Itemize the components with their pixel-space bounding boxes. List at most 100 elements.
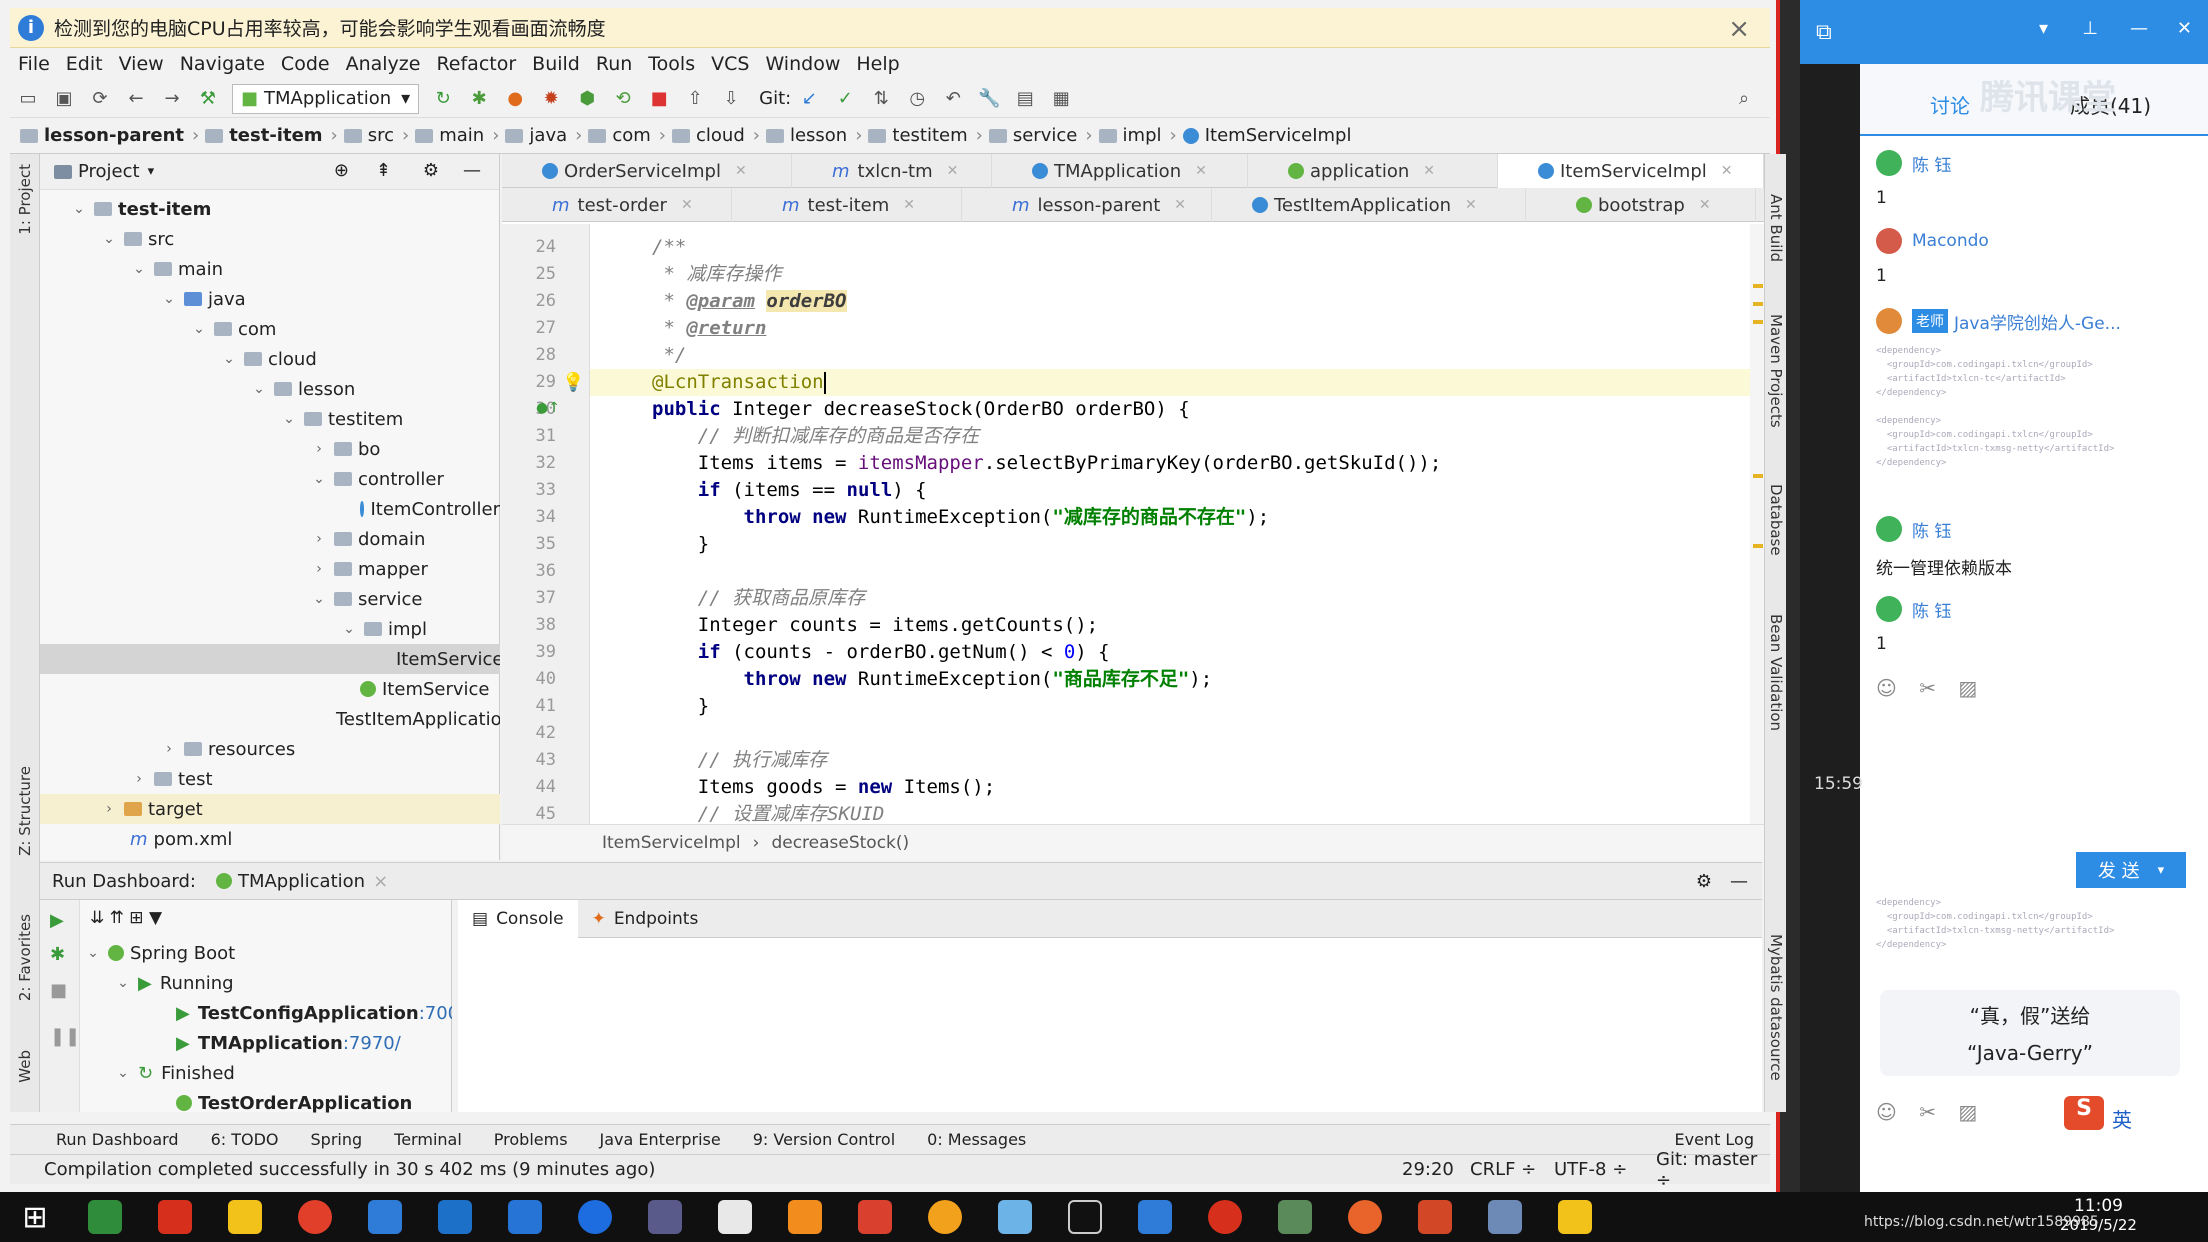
tree-item[interactable]: ItemService: [40, 674, 500, 704]
run-tree-item[interactable]: ⌄ ↻ Finished: [80, 1058, 452, 1088]
stop-icon[interactable]: ■: [647, 87, 671, 111]
attach-icon[interactable]: ⬢: [575, 87, 599, 111]
menu-analyze[interactable]: Analyze: [346, 53, 421, 75]
sdk-icon[interactable]: ▦: [1049, 87, 1073, 111]
locate-icon[interactable]: ⊕: [334, 160, 349, 181]
emoji-icon[interactable]: ☺: [1876, 1100, 1897, 1124]
tree-item[interactable]: ⌄ testitem: [40, 404, 500, 434]
expand-all-icon[interactable]: ⇊ ⇈ ⊞ ▼: [90, 908, 162, 928]
console-tab[interactable]: ▤ Console: [458, 899, 578, 938]
pin-icon[interactable]: ⊥: [2082, 18, 2098, 39]
chrome-icon[interactable]: [298, 1200, 332, 1234]
tree-item[interactable]: ⌄ cloud: [40, 344, 500, 374]
app-icon[interactable]: [508, 1200, 542, 1234]
tree-item[interactable]: ⌄ java: [40, 284, 500, 314]
avatar[interactable]: [1876, 516, 1902, 542]
crumb[interactable]: com: [588, 125, 666, 146]
app-icon[interactable]: [1348, 1200, 1382, 1234]
menu-help[interactable]: Help: [856, 53, 899, 75]
forward-icon[interactable]: →: [160, 87, 184, 111]
hide-icon[interactable]: —: [463, 160, 481, 181]
maven-projects-tab[interactable]: Maven Projects: [1767, 314, 1785, 428]
typora-icon[interactable]: [718, 1200, 752, 1234]
crumb[interactable]: java: [505, 125, 582, 146]
avatar[interactable]: [1876, 228, 1902, 254]
editor-tab[interactable]: TestItemApplication ✕: [1212, 188, 1526, 222]
collapse-icon[interactable]: ⇞: [376, 160, 391, 181]
tree-item[interactable]: ⌄ controller: [40, 464, 500, 494]
spring-tool[interactable]: Spring: [311, 1130, 363, 1149]
intellij-icon[interactable]: [648, 1200, 682, 1234]
run-tree-item[interactable]: ⌄ Spring Boot: [80, 938, 452, 968]
back-icon[interactable]: ←: [124, 87, 148, 111]
app-icon[interactable]: [1208, 1200, 1242, 1234]
editor-tab[interactable]: application ✕: [1248, 154, 1498, 188]
app-icon[interactable]: [1278, 1200, 1312, 1234]
build-hammer-icon[interactable]: ⚒: [196, 87, 220, 111]
editor-tab[interactable]: m lesson-parent ✕: [962, 188, 1212, 222]
crumb[interactable]: main: [415, 125, 499, 146]
crumb[interactable]: testitem: [868, 125, 982, 146]
project-tool-tab[interactable]: 1: Project: [16, 164, 34, 235]
close-icon[interactable]: ×: [1728, 14, 1750, 44]
app-icon[interactable]: [578, 1200, 612, 1234]
push-icon[interactable]: ⇧: [683, 87, 707, 111]
crumb[interactable]: test-item: [205, 125, 338, 146]
tree-item[interactable]: › bo: [40, 434, 500, 464]
run-dashboard-tool[interactable]: Run Dashboard: [56, 1130, 179, 1149]
avatar[interactable]: [1876, 150, 1902, 176]
crumb[interactable]: service: [988, 125, 1093, 146]
tree-item[interactable]: TestItemApplication: [40, 704, 500, 734]
editor-tab[interactable]: TMApplication ✕: [992, 154, 1248, 188]
menu-tools[interactable]: Tools: [648, 53, 695, 75]
tree-item[interactable]: ⌄ src: [40, 224, 500, 254]
web-tool-tab[interactable]: Web: [16, 1050, 34, 1083]
app-icon[interactable]: [1138, 1200, 1172, 1234]
stop-icon[interactable]: ■: [50, 980, 67, 1001]
minimize-icon[interactable]: —: [2130, 18, 2148, 39]
tree-item-selected[interactable]: ItemServiceImpl: [40, 644, 500, 674]
favorites-tool-tab[interactable]: 2: Favorites: [16, 914, 34, 1001]
send-button[interactable]: 发 送 ▾: [2076, 852, 2186, 888]
structure-tool-tab[interactable]: Z: Structure: [16, 766, 34, 856]
rerun-icon[interactable]: ↻: [431, 87, 455, 111]
terminal-tool[interactable]: Terminal: [394, 1130, 462, 1149]
run-dashboard-tab[interactable]: TMApplication ×: [215, 871, 388, 892]
bean-validation-tab[interactable]: Bean Validation: [1767, 614, 1785, 731]
app-icon[interactable]: [858, 1200, 892, 1234]
menu-navigate[interactable]: Navigate: [180, 53, 265, 75]
avatar[interactable]: [1876, 308, 1902, 334]
crumb[interactable]: src: [343, 125, 409, 146]
ant-build-tab[interactable]: Ant Build: [1767, 194, 1785, 262]
problems-tool[interactable]: Problems: [494, 1130, 568, 1149]
coverage-icon[interactable]: ●: [503, 87, 527, 111]
app-icon[interactable]: [158, 1200, 192, 1234]
git-branch[interactable]: Git: master ÷: [1656, 1149, 1770, 1191]
app-icon[interactable]: [928, 1200, 962, 1234]
code-crumb[interactable]: decreaseStock(): [771, 833, 909, 853]
tree-item[interactable]: ⌄ impl: [40, 614, 500, 644]
messages-tool[interactable]: 0: Messages: [927, 1130, 1026, 1149]
sync-icon[interactable]: ⟳: [88, 87, 112, 111]
tree-item[interactable]: ⌄ com: [40, 314, 500, 344]
save-icon[interactable]: ▣: [52, 87, 76, 111]
run-tree-item[interactable]: ▶ TMApplication:7970/: [80, 1028, 452, 1058]
tree-item[interactable]: ⌄ test-item: [40, 194, 500, 224]
menu-edit[interactable]: Edit: [66, 53, 103, 75]
discuss-tab[interactable]: 讨论: [1930, 90, 1970, 119]
tree-item[interactable]: ⌄ main: [40, 254, 500, 284]
menu-window[interactable]: Window: [765, 53, 840, 75]
open-icon[interactable]: ▭: [16, 87, 40, 111]
qq-icon[interactable]: [228, 1200, 262, 1234]
menu-vcs[interactable]: VCS: [711, 53, 749, 75]
pull-icon[interactable]: ⇩: [719, 87, 743, 111]
menu-code[interactable]: Code: [281, 53, 330, 75]
version-control-tool[interactable]: 9: Version Control: [753, 1130, 895, 1149]
project-structure-icon[interactable]: ▤: [1013, 87, 1037, 111]
event-log-tool[interactable]: Event Log: [1675, 1130, 1755, 1149]
sublime-icon[interactable]: [788, 1200, 822, 1234]
app-icon[interactable]: [368, 1200, 402, 1234]
app-icon[interactable]: [438, 1200, 472, 1234]
menu-view[interactable]: View: [119, 53, 164, 75]
lightbulb-icon[interactable]: 💡: [562, 372, 584, 393]
